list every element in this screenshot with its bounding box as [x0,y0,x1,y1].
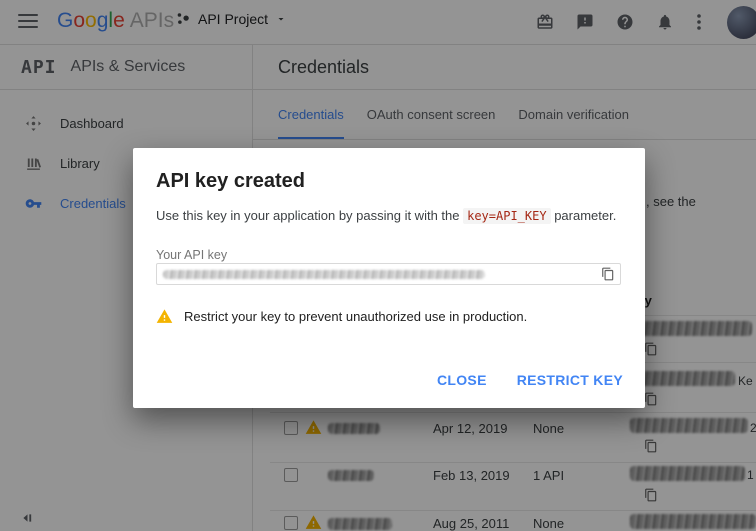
warning-icon [156,308,173,325]
dialog-body-text: Use this key in your application by pass… [156,208,616,223]
code-chip: key=API_KEY [463,208,550,224]
warning-text: Restrict your key to prevent unauthorize… [184,309,527,324]
body-suffix: parameter. [551,208,617,223]
restrict-key-button[interactable]: RESTRICT KEY [517,372,623,388]
api-key-field-label: Your API key [156,248,227,262]
api-key-value-redacted [163,270,485,279]
app-window: GoogleAPIs API Project API APIs & Servic… [0,0,756,531]
api-key-input[interactable] [156,263,621,285]
dialog-title: API key created [156,170,305,193]
restriction-warning: Restrict your key to prevent unauthorize… [156,308,527,325]
close-button[interactable]: CLOSE [437,372,487,388]
api-key-created-dialog: API key created Use this key in your app… [133,148,645,408]
copy-icon[interactable] [601,267,615,281]
body-prefix: Use this key in your application by pass… [156,208,463,223]
dialog-actions: CLOSE RESTRICT KEY [437,372,623,388]
